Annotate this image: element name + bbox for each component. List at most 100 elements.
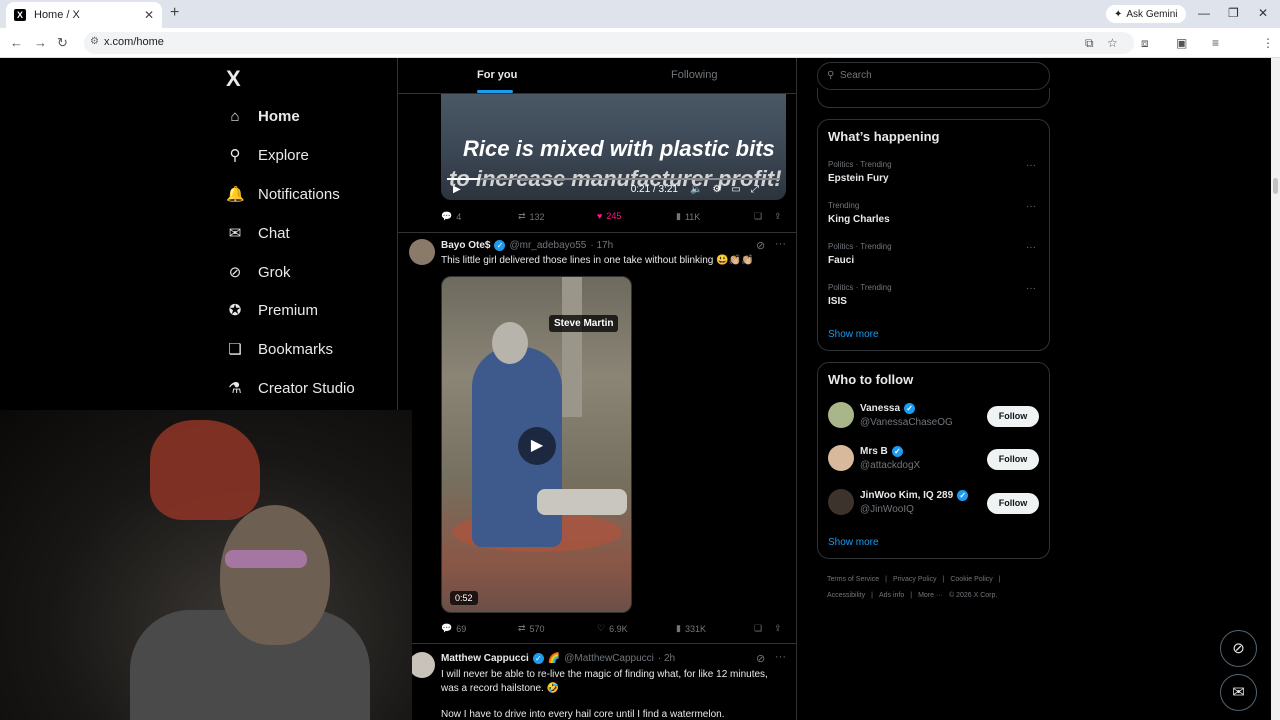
grok-fab-icon[interactable]: ⊘ (1220, 630, 1257, 667)
bookmark-star-icon[interactable]: ☆ (1107, 36, 1118, 50)
repost-button[interactable]: ⇄ 570 (518, 623, 545, 634)
reload-icon[interactable]: ↻ (57, 35, 68, 51)
nav-chat[interactable]: ✉ Chat (226, 219, 290, 247)
more-options-icon[interactable]: ··· (775, 238, 786, 250)
post-time[interactable]: · 2h (658, 653, 675, 664)
nav-grok[interactable]: ⊘ Grok (226, 258, 291, 286)
show-more-link[interactable]: Show more (828, 537, 879, 548)
nav-home[interactable]: ⌂ Home (226, 102, 299, 130)
share-button[interactable]: ⇪ (774, 623, 782, 634)
author-handle[interactable]: @mr_adebayo55 (509, 240, 586, 251)
tab-following[interactable]: Following (671, 69, 717, 81)
search-placeholder: Search (840, 70, 872, 81)
nav-label: Creator Studio (258, 379, 355, 397)
avatar[interactable] (828, 489, 854, 515)
suggestion-name[interactable]: Mrs B ✓ (860, 446, 903, 457)
new-tab-icon[interactable]: + (170, 4, 179, 22)
suggestion-name[interactable]: Vanessa ✓ (860, 403, 916, 414)
suggestion-name[interactable]: JinWoo Kim, IQ 289 ✓ (860, 490, 969, 501)
author-handle[interactable]: @MatthewCappucci (564, 653, 654, 664)
share-button[interactable]: ⇪ (774, 211, 782, 222)
bookmark-button[interactable]: ❏ (754, 623, 762, 634)
grok-explain-icon[interactable]: ⊘ (756, 652, 765, 665)
views-button[interactable]: ▮ 331K (676, 623, 706, 634)
install-app-icon[interactable]: ⧉ (1085, 36, 1094, 51)
browser-tab[interactable]: X Home / X ✕ (6, 2, 162, 28)
more-options-icon[interactable]: ··· (1026, 242, 1036, 253)
show-more-link[interactable]: Show more (828, 329, 879, 340)
scrollbar[interactable] (1271, 58, 1280, 720)
like-button[interactable]: ♡ 6.9K (597, 623, 628, 634)
suggestion-name-text: Vanessa (860, 403, 901, 414)
trend-name[interactable]: Epstein Fury (828, 173, 889, 184)
footer-link[interactable]: Terms of Service (827, 576, 879, 583)
video-progress-bar[interactable] (447, 178, 780, 180)
avatar[interactable] (828, 402, 854, 428)
grok-icon: ⊘ (228, 264, 242, 281)
nav-creator-studio[interactable]: ⚗ Creator Studio (226, 374, 355, 402)
trend-name[interactable]: King Charles (828, 214, 890, 225)
repost-button[interactable]: ⇄ 132 (518, 211, 545, 222)
bookmark-button[interactable]: ❏ (754, 211, 762, 222)
extensions-icon[interactable]: ⧈ (1141, 36, 1149, 51)
trend-name[interactable]: ISIS (828, 296, 847, 307)
trend-name[interactable]: Fauci (828, 255, 854, 266)
footer-more-link[interactable]: More ··· (918, 592, 943, 599)
forward-icon[interactable]: → (34, 35, 47, 50)
close-tab-icon[interactable]: ✕ (144, 8, 154, 22)
follow-button[interactable]: Follow (987, 493, 1039, 514)
media-control-icon[interactable]: ≡ (1212, 36, 1219, 50)
footer-link[interactable]: Cookie Policy (950, 576, 992, 583)
author-name[interactable]: Bayo Ote$ (441, 240, 490, 251)
pip-icon[interactable]: ▭ (731, 184, 740, 195)
reply-button[interactable]: 💬 69 (441, 623, 466, 634)
side-panel-icon[interactable]: ▣ (1176, 36, 1187, 50)
x-logo-icon[interactable]: X (226, 66, 241, 92)
nav-bookmarks[interactable]: ❏ Bookmarks (226, 335, 333, 363)
more-options-icon[interactable]: ··· (1026, 201, 1036, 212)
footer-link[interactable]: Accessibility (827, 592, 865, 599)
video-player[interactable]: Steve Martin ▶ 0:52 (441, 276, 632, 613)
grok-explain-icon[interactable]: ⊘ (756, 239, 765, 252)
footer-link[interactable]: Privacy Policy (893, 576, 937, 583)
author-name[interactable]: Matthew Cappucci (441, 653, 529, 664)
close-window-icon[interactable]: ✕ (1258, 6, 1268, 20)
play-button-icon[interactable]: ▶ (518, 427, 556, 465)
fullscreen-icon[interactable]: ⤢ (751, 184, 759, 195)
settings-icon[interactable]: ⚙ (712, 184, 721, 195)
tab-for-you[interactable]: For you (477, 69, 517, 81)
browser-menu-icon[interactable]: ⋮ (1262, 36, 1274, 50)
nav-notifications[interactable]: 🔔 Notifications (226, 180, 340, 208)
url-field[interactable]: ⚙ x.com/home (84, 32, 1134, 54)
reply-button[interactable]: 💬 4 (441, 211, 461, 222)
restore-icon[interactable]: ❐ (1228, 6, 1239, 20)
volume-icon[interactable]: 🔈 (690, 184, 702, 195)
ask-gemini-button[interactable]: ✦ Ask Gemini (1106, 5, 1186, 23)
nav-explore[interactable]: ⚲ Explore (226, 141, 309, 169)
post-time[interactable]: · 17h (590, 240, 613, 251)
reply-icon: 💬 (441, 211, 453, 221)
post-text: This little girl delivered those lines i… (441, 255, 754, 266)
views-button[interactable]: ▮ 11K (676, 211, 700, 222)
minimize-icon[interactable]: — (1198, 6, 1210, 20)
search-input[interactable]: ⚲ Search (817, 62, 1050, 90)
back-icon[interactable]: ← (10, 35, 23, 50)
site-info-icon[interactable]: ⚙ (90, 36, 99, 47)
avatar[interactable] (828, 445, 854, 471)
follow-button[interactable]: Follow (987, 449, 1039, 470)
scrollbar-thumb[interactable] (1273, 178, 1278, 194)
more-options-icon[interactable]: ··· (1026, 283, 1036, 294)
follow-button[interactable]: Follow (987, 406, 1039, 427)
video-player[interactable]: Rice is mixed with plastic bits to incre… (441, 94, 786, 200)
messages-fab-icon[interactable]: ✉ (1220, 674, 1257, 711)
post-header: Matthew Cappucci ✓ 🌈 @MatthewCappucci · … (441, 653, 675, 664)
more-options-icon[interactable]: ··· (1026, 160, 1036, 171)
avatar[interactable] (409, 652, 435, 678)
nav-premium[interactable]: ✪ Premium (226, 296, 318, 324)
avatar[interactable] (409, 239, 435, 265)
more-options-icon[interactable]: ··· (775, 651, 786, 663)
play-icon[interactable]: ▶ (453, 184, 461, 195)
footer-link[interactable]: Ads info (879, 592, 904, 599)
like-button[interactable]: ♥ 245 (597, 211, 621, 221)
gemini-sparkle-icon: ✦ (1114, 8, 1123, 20)
